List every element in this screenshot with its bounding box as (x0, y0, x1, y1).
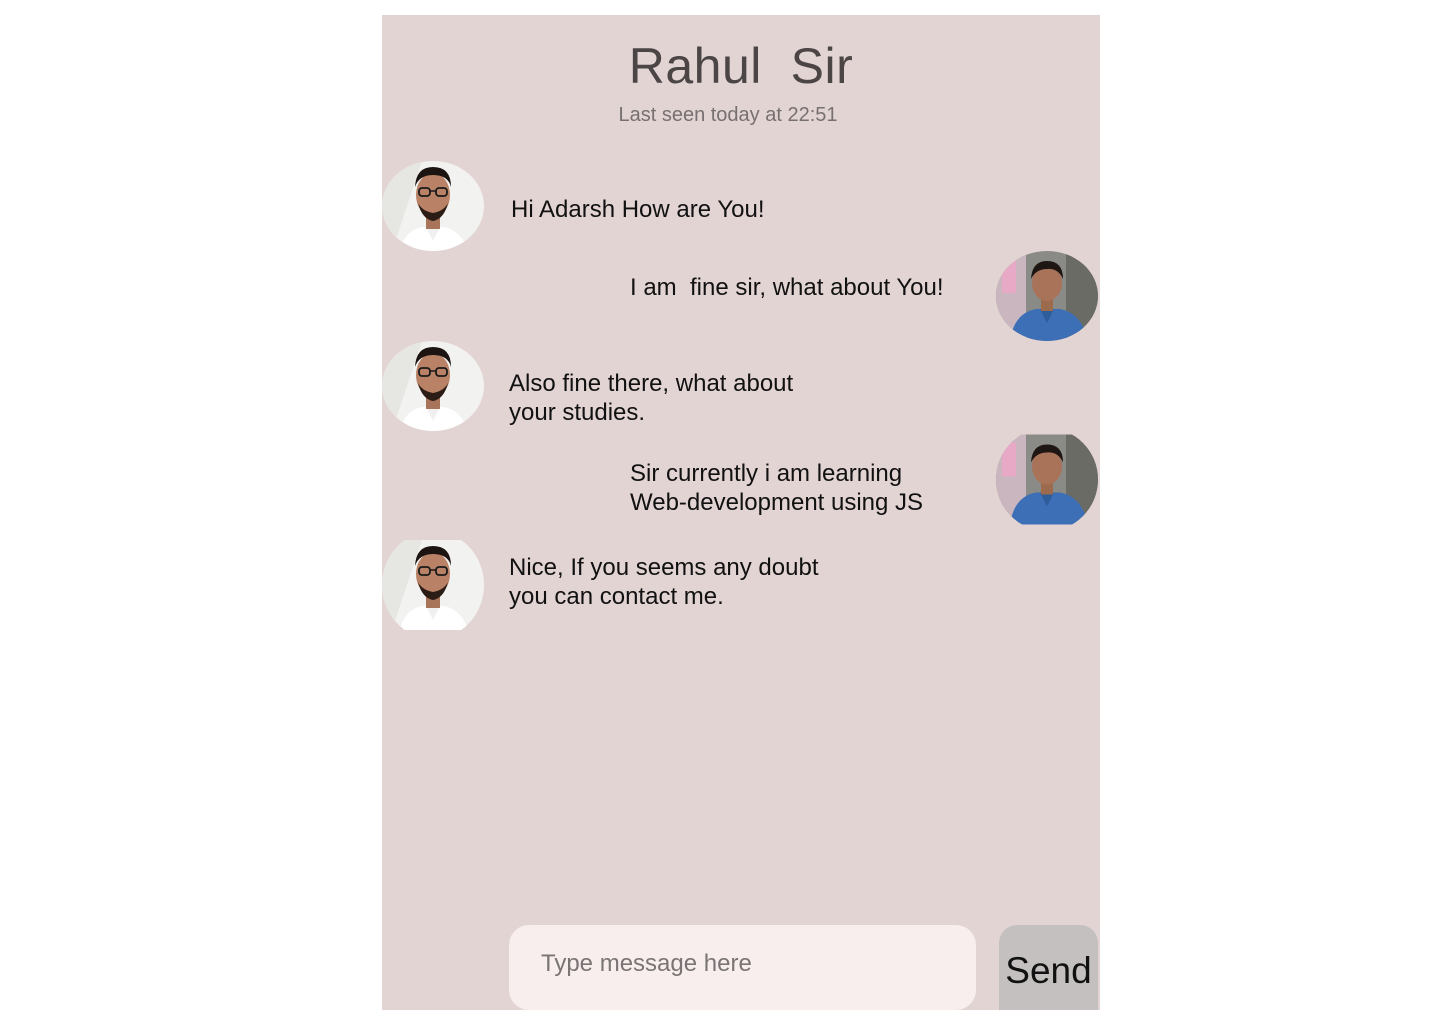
user-avatar[interactable] (996, 251, 1098, 341)
message-text: Nice, If you seems any doubt you can con… (509, 554, 819, 610)
send-button[interactable]: Send (999, 925, 1098, 1010)
contact-avatar[interactable] (382, 531, 484, 639)
message-input-container[interactable] (509, 925, 976, 1010)
contact-avatar[interactable] (382, 341, 484, 431)
message-text: I am fine sir, what about You! (630, 274, 944, 301)
last-seen-status: Last seen today at 22:51 (618, 104, 838, 126)
contact-avatar[interactable] (382, 161, 484, 251)
chat-panel: Rahul Sir Last seen today at 22:51 Hi Ad… (382, 15, 1100, 1010)
user-avatar[interactable] (996, 428, 1098, 531)
message-input[interactable] (539, 948, 946, 979)
message-text: Hi Adarsh How are You! (511, 196, 765, 223)
contact-name: Rahul Sir (628, 38, 854, 94)
message-text: Also fine there, what about your studies… (509, 370, 794, 426)
message-text: Sir currently i am learning Web-developm… (630, 460, 924, 516)
